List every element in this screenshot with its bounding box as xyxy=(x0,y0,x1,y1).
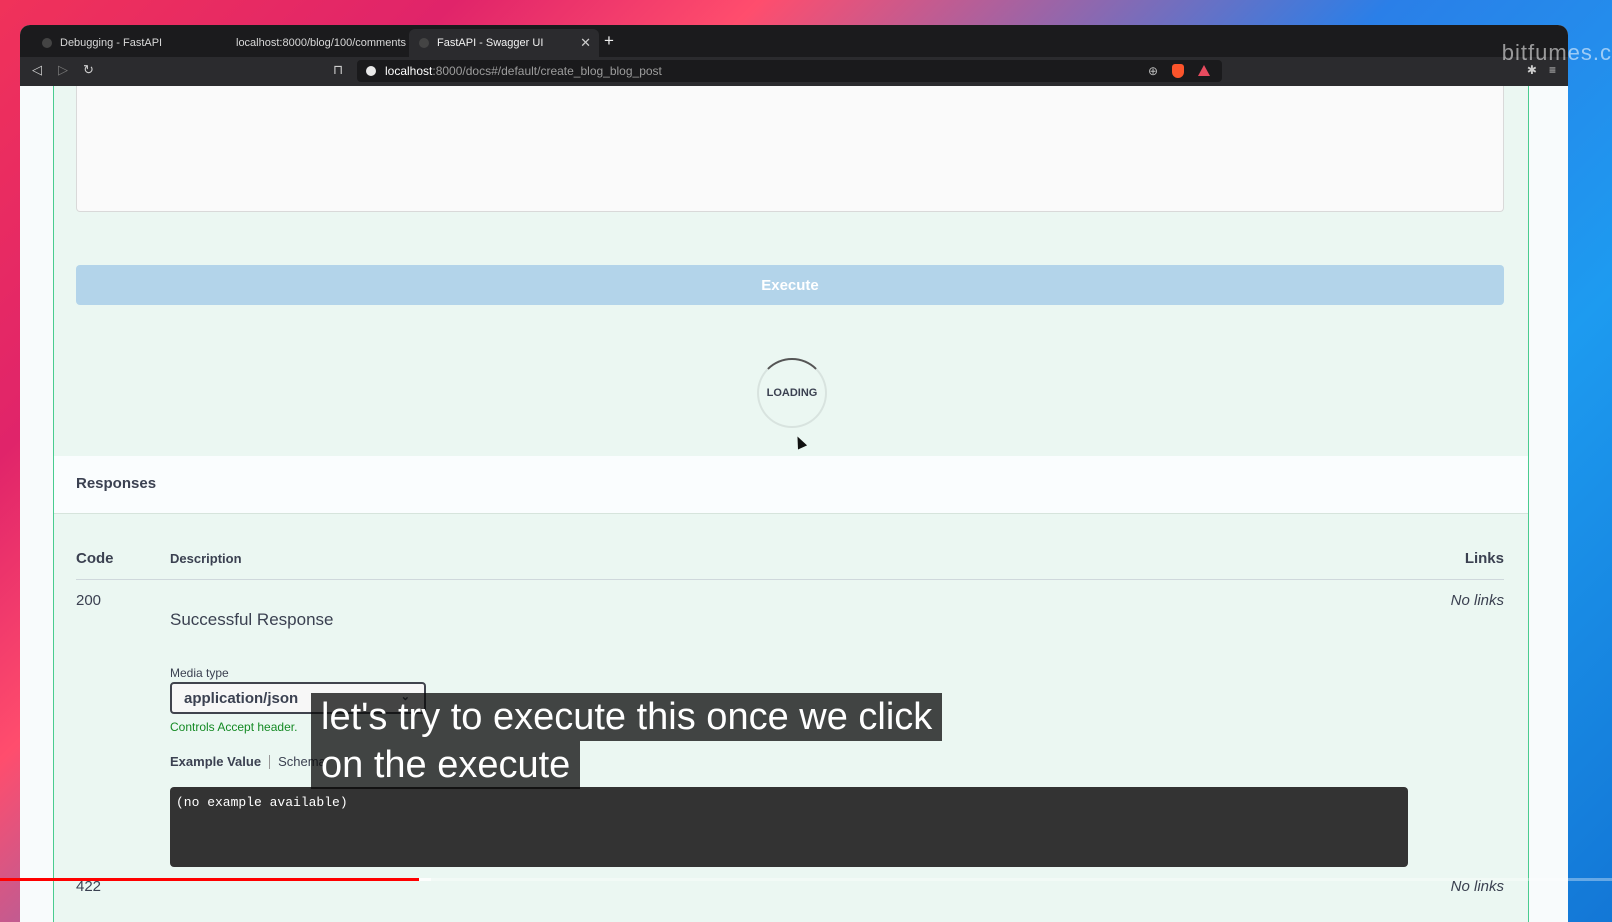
zoom-icon[interactable]: ⊕ xyxy=(1148,64,1158,78)
swagger-page: Execute LOADING Responses Code Descripti… xyxy=(20,86,1568,922)
address-bar[interactable]: localhost :8000/docs#/default/create_blo… xyxy=(357,60,1222,82)
media-type-label: Media type xyxy=(170,666,229,680)
example-tabs: Example Value Schema xyxy=(170,754,326,769)
bookmark-icon[interactable]: ⊓ xyxy=(333,62,343,78)
request-body-textarea[interactable] xyxy=(76,86,1504,212)
tab-debugging[interactable]: Debugging - FastAPI xyxy=(32,29,228,57)
response-links: No links xyxy=(1450,592,1504,609)
loading-spinner: LOADING xyxy=(757,358,827,428)
responses-title: Responses xyxy=(76,475,157,492)
divider xyxy=(76,579,1504,580)
responses-header: Responses xyxy=(54,456,1528,514)
tab-label: localhost:8000/blog/100/comments xyxy=(236,37,406,49)
reload-icon[interactable]: ↻ xyxy=(83,62,94,78)
tab-bar: Debugging - FastAPI localhost:8000/blog/… xyxy=(20,25,1568,57)
brave-rewards-icon[interactable] xyxy=(1198,65,1210,76)
channel-watermark: bitfumes.c xyxy=(1501,40,1612,65)
browser-window: Debugging - FastAPI localhost:8000/blog/… xyxy=(20,25,1568,922)
toolbar: ◁ ▷ ↻ ⊓ localhost :8000/docs#/default/cr… xyxy=(20,57,1568,86)
video-progress-bar[interactable] xyxy=(0,878,1612,881)
new-tab-icon[interactable]: + xyxy=(604,31,614,51)
favicon-icon xyxy=(42,38,52,48)
tab-comments[interactable]: localhost:8000/blog/100/comments xyxy=(218,29,408,57)
tab-separator xyxy=(269,755,271,769)
url-icons: ⊕ xyxy=(1148,64,1210,78)
response-description: Successful Response xyxy=(170,610,334,629)
response-code: 200 xyxy=(76,592,102,609)
back-icon[interactable]: ◁ xyxy=(32,62,42,78)
favicon-icon xyxy=(419,38,429,48)
brave-shield-icon[interactable] xyxy=(1172,64,1184,78)
mouse-cursor-icon xyxy=(792,434,808,450)
tab-label: FastAPI - Swagger UI xyxy=(437,37,544,49)
info-icon[interactable] xyxy=(366,66,376,76)
col-description: Description xyxy=(170,551,242,566)
caption-line-2: on the execute xyxy=(311,741,581,789)
video-progress-fill xyxy=(0,878,419,881)
close-tab-icon[interactable]: ✕ xyxy=(580,35,591,51)
col-code: Code xyxy=(76,550,114,567)
execute-button[interactable]: Execute xyxy=(76,265,1504,305)
forward-icon[interactable]: ▷ xyxy=(58,62,68,78)
tab-swagger[interactable]: FastAPI - Swagger UI ✕ xyxy=(409,29,599,57)
col-links: Links xyxy=(1464,550,1504,567)
controls-accept-note: Controls Accept header. xyxy=(170,720,298,734)
media-type-value: application/json xyxy=(184,689,299,707)
caption-line-1: let's try to execute this once we click xyxy=(311,693,943,741)
url-host: localhost xyxy=(385,64,433,78)
video-progress-buffer xyxy=(419,878,431,881)
tab-label: Debugging - FastAPI xyxy=(60,37,163,49)
operation-block: Execute LOADING Responses Code Descripti… xyxy=(53,86,1529,922)
example-value-box: (no example available) xyxy=(170,787,1408,867)
tab-example-value[interactable]: Example Value xyxy=(170,754,261,769)
url-path: :8000/docs#/default/create_blog_blog_pos… xyxy=(432,64,662,78)
